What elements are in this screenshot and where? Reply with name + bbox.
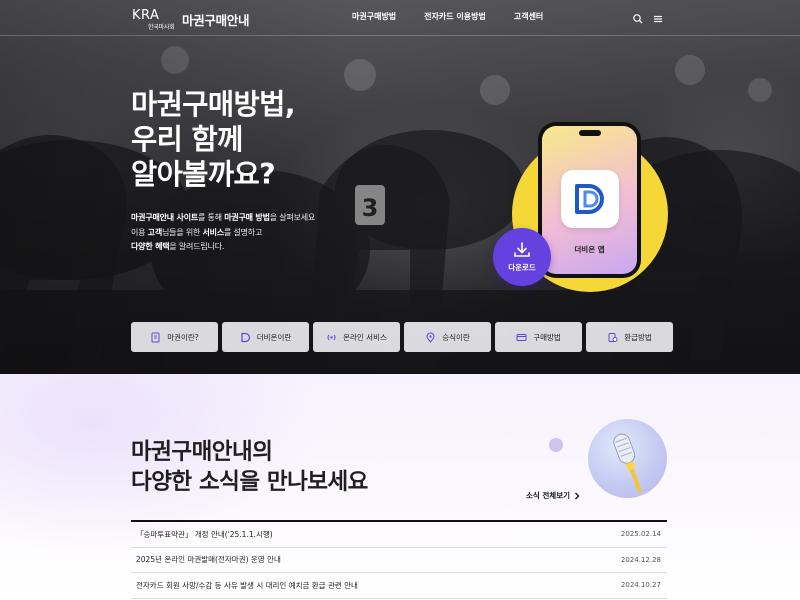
quick-item-label: 환급방법 xyxy=(624,332,652,342)
hero-desc-line: 다양한 혜택을 알려드립니다. xyxy=(131,242,225,251)
news-section-title: 마권구매안내의 다양한 소식을 만나보세요 xyxy=(131,437,368,497)
news-item[interactable]: 2025년 온라인 마권발매(전자마권) 운영 안내 2024.12.28 xyxy=(131,548,667,573)
phone-screen: 더비온 앱 xyxy=(542,126,637,274)
svg-text:KRA: KRA xyxy=(132,8,159,22)
download-label: 다운로드 xyxy=(508,262,536,272)
news-item[interactable]: 「승마투표약관」 개정 안내('25.1.1.시행) 2025.02.14 xyxy=(131,522,667,548)
quick-item-label: 승식이란 xyxy=(442,332,470,342)
coins-icon xyxy=(608,332,618,342)
nav-item-purchase-method[interactable]: 마권구매방법 xyxy=(352,11,396,22)
news-section: 마권구매안내의 다양한 소식을 만나보세요 소식 전체보기 「승마투표약관」 개… xyxy=(0,374,800,600)
site-title: 마권구매안내 xyxy=(182,12,250,28)
news-item-date: 2025.02.14 xyxy=(620,530,661,539)
hero-overlay xyxy=(0,0,800,374)
quick-item-label: 구매방법 xyxy=(533,332,561,342)
document-icon xyxy=(151,332,160,342)
microphone-illustration xyxy=(588,419,667,498)
card-icon xyxy=(516,333,527,341)
site-logo[interactable]: KRA 한국마사회 마권구매안내 xyxy=(132,6,250,32)
quick-menu: 마권이란? 더비온이란 온라인 서비스 승식이란 구매방법 환급방법 xyxy=(131,322,673,352)
header-actions xyxy=(632,10,664,24)
news-list: 「승마투표약관」 개정 안내('25.1.1.시행) 2025.02.14 20… xyxy=(131,520,667,599)
quick-item-what-is-derby-on[interactable]: 더비온이란 xyxy=(222,322,309,352)
broadcast-icon xyxy=(327,334,336,340)
quick-item-label: 온라인 서비스 xyxy=(343,332,387,342)
news-title-line: 다양한 소식을 만나보세요 xyxy=(131,469,368,495)
hero-desc-line: 이용 고객님들을 위한 서비스를 설명하고 xyxy=(131,227,263,237)
news-item-date: 2024.12.28 xyxy=(620,555,661,564)
quick-item-bet-types[interactable]: 승식이란 xyxy=(404,322,491,352)
nav-item-customer-center[interactable]: 고객센터 xyxy=(514,11,543,22)
chevron-right-icon xyxy=(575,492,580,499)
all-news-link[interactable]: 소식 전체보기 xyxy=(526,490,580,501)
hero-title-line: 알아볼까요? xyxy=(131,158,276,191)
news-item-title: 2025년 온라인 마권발매(전자마권) 운영 안내 xyxy=(136,555,281,565)
site-header: KRA 한국마사회 마권구매안내 마권구매방법 전자카드 이용방법 고객센터 xyxy=(0,0,800,36)
hero-desc-line: 마권구매안내 사이트를 통해 마권구매 방법을 살펴보세요 xyxy=(131,213,316,222)
quick-item-online-service[interactable]: 온라인 서비스 xyxy=(313,322,400,352)
app-name: 더비온 앱 xyxy=(574,245,605,254)
nav-item-e-card-guide[interactable]: 전자카드 이용방법 xyxy=(424,11,486,22)
logo-subtitle: 한국마사회 xyxy=(148,24,175,31)
quick-item-what-is-ticket[interactable]: 마권이란? xyxy=(131,322,218,352)
quick-item-purchase-method[interactable]: 구매방법 xyxy=(495,322,582,352)
kra-logo: KRA 한국마사회 xyxy=(132,6,176,32)
main-nav: 마권구매방법 전자카드 이용방법 고객센터 xyxy=(352,11,571,22)
quick-item-label: 마권이란? xyxy=(167,332,199,342)
news-item-date: 2024.10.27 xyxy=(620,581,661,590)
phone-mockup: 더비온 앱 xyxy=(538,122,641,278)
derby-on-logo-icon xyxy=(241,332,250,342)
news-item-title: 전자카드 회원 사망/수감 등 사유 발생 시 대리인 예치금 환급 관련 안내 xyxy=(136,580,358,590)
hero-description: 마권구매안내 사이트를 통해 마권구매 방법을 살펴보세요 이용 고객님들을 위… xyxy=(131,211,315,255)
quick-item-refund-method[interactable]: 환급방법 xyxy=(586,322,673,352)
derby-on-app-icon[interactable] xyxy=(561,170,619,228)
hero-section: 3 KRA 한국마사회 마권구매안내 마권구매방법 전자카드 이용방법 고객센터 xyxy=(0,0,800,374)
location-pin-icon xyxy=(426,332,435,343)
small-bubble-decoration xyxy=(549,438,563,452)
search-icon[interactable] xyxy=(632,10,644,24)
all-news-label: 소식 전체보기 xyxy=(526,491,571,500)
quick-item-label: 더비온이란 xyxy=(256,332,292,342)
news-item-title: 「승마투표약관」 개정 안내('25.1.1.시행) xyxy=(136,529,273,539)
hero-title-line: 마권구매방법, xyxy=(131,88,296,121)
menu-icon[interactable] xyxy=(652,10,664,23)
news-title-line: 마권구매안내의 xyxy=(131,439,273,465)
hero-title: 마권구매방법, 우리 함께 알아볼까요? xyxy=(131,87,296,192)
phone-notch xyxy=(579,130,601,136)
news-item[interactable]: 전자카드 회원 사망/수감 등 사유 발생 시 대리인 예치금 환급 관련 안내… xyxy=(131,573,667,599)
download-icon xyxy=(514,241,530,257)
hero-title-line: 우리 함께 xyxy=(131,123,243,156)
app-download-button[interactable]: 다운로드 xyxy=(493,228,551,286)
